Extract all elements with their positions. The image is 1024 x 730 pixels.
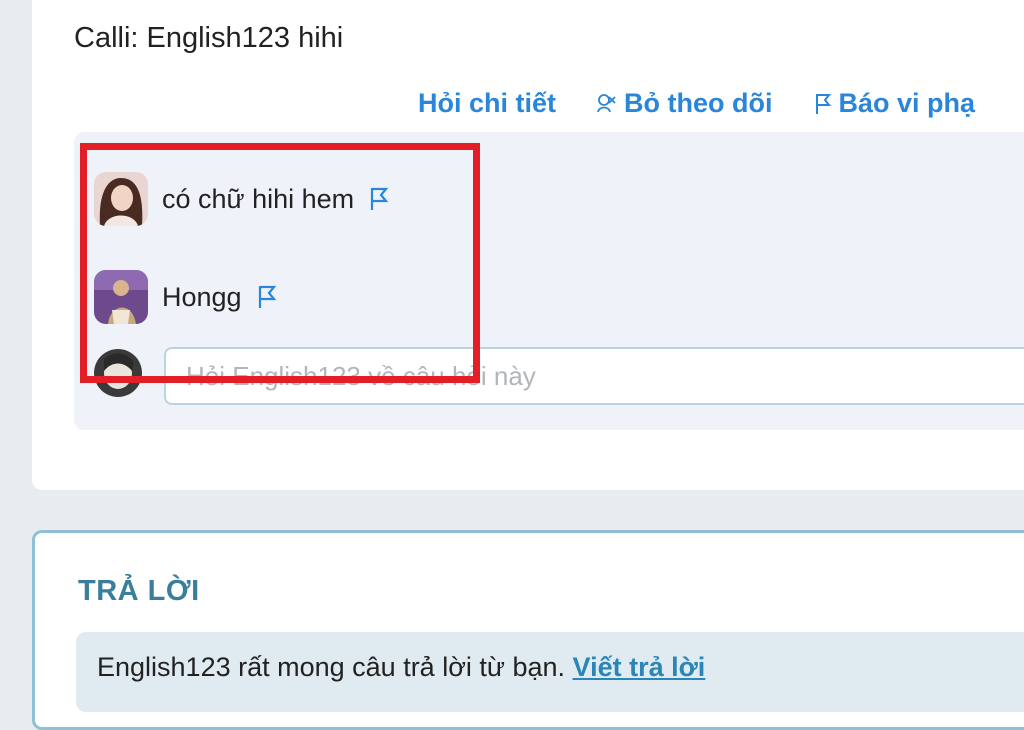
unfollow-label: Bỏ theo dõi <box>624 88 773 118</box>
comment-text: Hongg <box>162 281 242 312</box>
flag-icon[interactable] <box>256 284 278 310</box>
avatar[interactable] <box>94 270 148 324</box>
comment-item: có chữ hihi hem <box>94 172 390 226</box>
comment-item: Hongg <box>94 270 278 324</box>
current-user-avatar <box>94 349 142 397</box>
flag-icon[interactable] <box>368 186 390 212</box>
flag-icon <box>813 92 833 116</box>
ask-question-input[interactable] <box>164 347 1024 405</box>
answer-section-title: TRẢ LỜI <box>78 575 200 607</box>
question-text: Calli: English123 hihi <box>74 22 344 54</box>
write-answer-link[interactable]: Viết trả lời <box>573 652 706 682</box>
avatar[interactable] <box>94 172 148 226</box>
report-button[interactable]: Báo vi phạ <box>813 88 976 119</box>
report-label: Báo vi phạ <box>838 88 976 118</box>
ask-detail-button[interactable]: Hỏi chi tiết <box>418 88 556 119</box>
unfollow-icon <box>596 92 618 116</box>
ask-detail-label: Hỏi chi tiết <box>418 88 557 118</box>
comment-text: có chữ hihi hem <box>162 183 355 214</box>
answer-prompt: English123 rất mong câu trả lời từ bạn. … <box>97 652 705 683</box>
unfollow-button[interactable]: Bỏ theo dõi <box>596 88 773 119</box>
question-actions: Hỏi chi tiết Bỏ theo dõi Báo vi phạ <box>418 88 975 119</box>
answer-prompt-text: English123 rất mong câu trả lời từ bạn. <box>97 652 566 682</box>
